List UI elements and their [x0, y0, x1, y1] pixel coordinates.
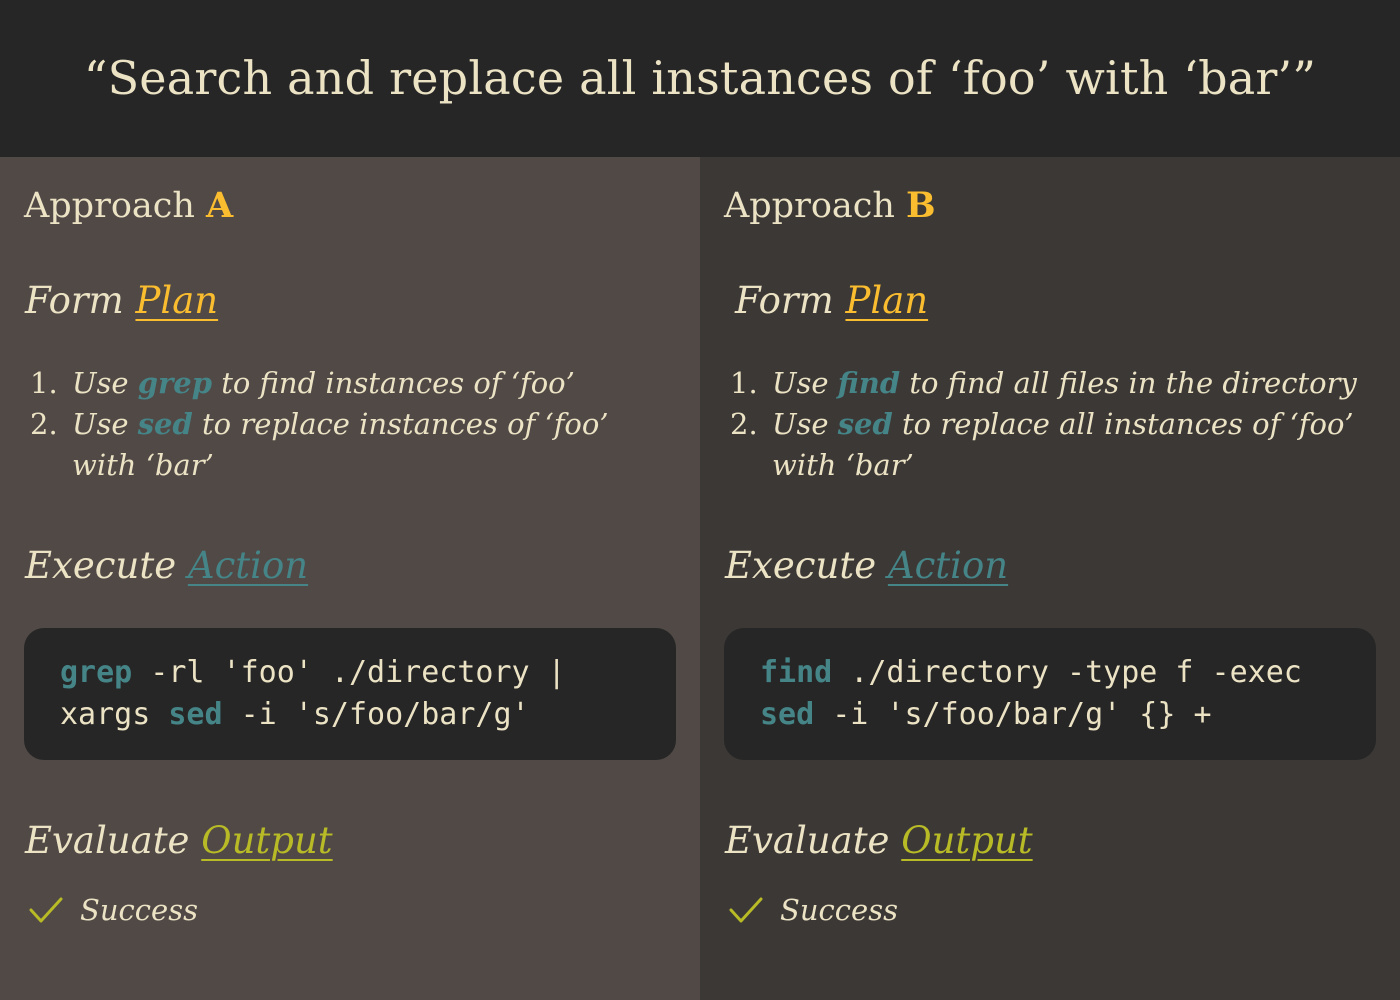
step-pre: Use — [772, 366, 829, 400]
action-heading-prefix: Execute — [725, 544, 877, 587]
approach-label: Approach — [724, 186, 895, 226]
approach-letter: A — [206, 185, 234, 226]
step-number: 1. — [730, 366, 758, 400]
plan-step: 2. Use sed to replace all instances of ‘… — [730, 404, 1370, 486]
code-block: grep -rl 'foo' ./directory | xargs sed -… — [24, 628, 676, 760]
page-title: “Search and replace all instances of ‘fo… — [83, 50, 1317, 105]
step-number: 1. — [30, 366, 58, 400]
code-keyword: grep — [60, 655, 133, 690]
step-tool: grep — [137, 366, 213, 400]
plan-steps: 1. Use find to find all files in the dir… — [730, 363, 1370, 486]
plan-heading-accent: Plan — [845, 279, 929, 322]
step-number: 2. — [730, 407, 758, 441]
checkmark-icon — [729, 897, 763, 923]
code-text: -rl 'foo' ./directory | — [132, 655, 566, 690]
step-tool: sed — [137, 407, 193, 441]
action-heading-accent: Action — [887, 544, 1009, 587]
code-text: -i 's/foo/bar/g' {} + — [814, 697, 1212, 732]
plan-heading-accent: Plan — [135, 279, 219, 322]
code-text: -i 's/foo/bar/g' — [222, 697, 530, 732]
step-pre: Use — [72, 407, 129, 441]
code-keyword: sed — [168, 697, 223, 732]
code-block: find ./directory -type f -exec sed -i 's… — [724, 628, 1376, 760]
action-heading: Execute Action — [25, 544, 308, 587]
output-heading: Evaluate Output — [25, 819, 333, 862]
plan-heading-prefix: Form — [25, 279, 124, 322]
action-heading: Execute Action — [725, 544, 1008, 587]
code-line: xargs sed -i 's/foo/bar/g' — [60, 697, 530, 732]
code-text: xargs — [60, 697, 169, 732]
step-tool: find — [837, 366, 901, 400]
action-heading-accent: Action — [187, 544, 309, 587]
code-line: grep -rl 'foo' ./directory | — [60, 655, 566, 690]
code-text: ./directory -type f -exec — [832, 655, 1302, 690]
plan-heading: Form Plan — [735, 279, 928, 322]
output-heading-accent: Output — [901, 819, 1033, 862]
output-heading: Evaluate Output — [725, 819, 1033, 862]
approach-label: Approach — [24, 186, 195, 226]
plan-steps: 1. Use grep to find instances of ‘foo’ 2… — [30, 363, 670, 486]
step-text: to find all files in the directory — [909, 366, 1357, 400]
result-label: Success — [780, 893, 898, 927]
code-keyword: sed — [760, 697, 815, 732]
approach-letter: B — [906, 185, 936, 226]
approach-heading: Approach B — [724, 185, 936, 226]
approach-b-panel: Approach B Form Plan 1. Use find to find… — [700, 157, 1400, 1000]
action-heading-prefix: Execute — [25, 544, 177, 587]
code-line: sed -i 's/foo/bar/g' {} + — [760, 697, 1212, 732]
result-status: Success — [728, 893, 898, 927]
output-heading-prefix: Evaluate — [725, 819, 890, 862]
plan-step: 1. Use find to find all files in the dir… — [730, 363, 1370, 404]
plan-heading-prefix: Form — [735, 279, 834, 322]
plan-heading: Form Plan — [25, 279, 218, 322]
step-pre: Use — [772, 407, 829, 441]
header: “Search and replace all instances of ‘fo… — [0, 0, 1400, 157]
result-label: Success — [80, 893, 198, 927]
checkmark-icon — [29, 897, 63, 923]
output-heading-accent: Output — [201, 819, 333, 862]
step-text: to find instances of ‘foo’ — [221, 366, 575, 400]
approach-heading: Approach A — [24, 185, 233, 226]
output-heading-prefix: Evaluate — [25, 819, 190, 862]
result-status: Success — [28, 893, 198, 927]
approach-a-panel: Approach A Form Plan 1. Use grep to find… — [0, 157, 700, 1000]
plan-step: 2. Use sed to replace instances of ‘foo’… — [30, 404, 670, 486]
step-tool: sed — [837, 407, 893, 441]
plan-step: 1. Use grep to find instances of ‘foo’ — [30, 363, 670, 404]
code-keyword: find — [760, 655, 833, 690]
code-line: find ./directory -type f -exec — [760, 655, 1302, 690]
step-number: 2. — [30, 407, 58, 441]
step-pre: Use — [72, 366, 129, 400]
